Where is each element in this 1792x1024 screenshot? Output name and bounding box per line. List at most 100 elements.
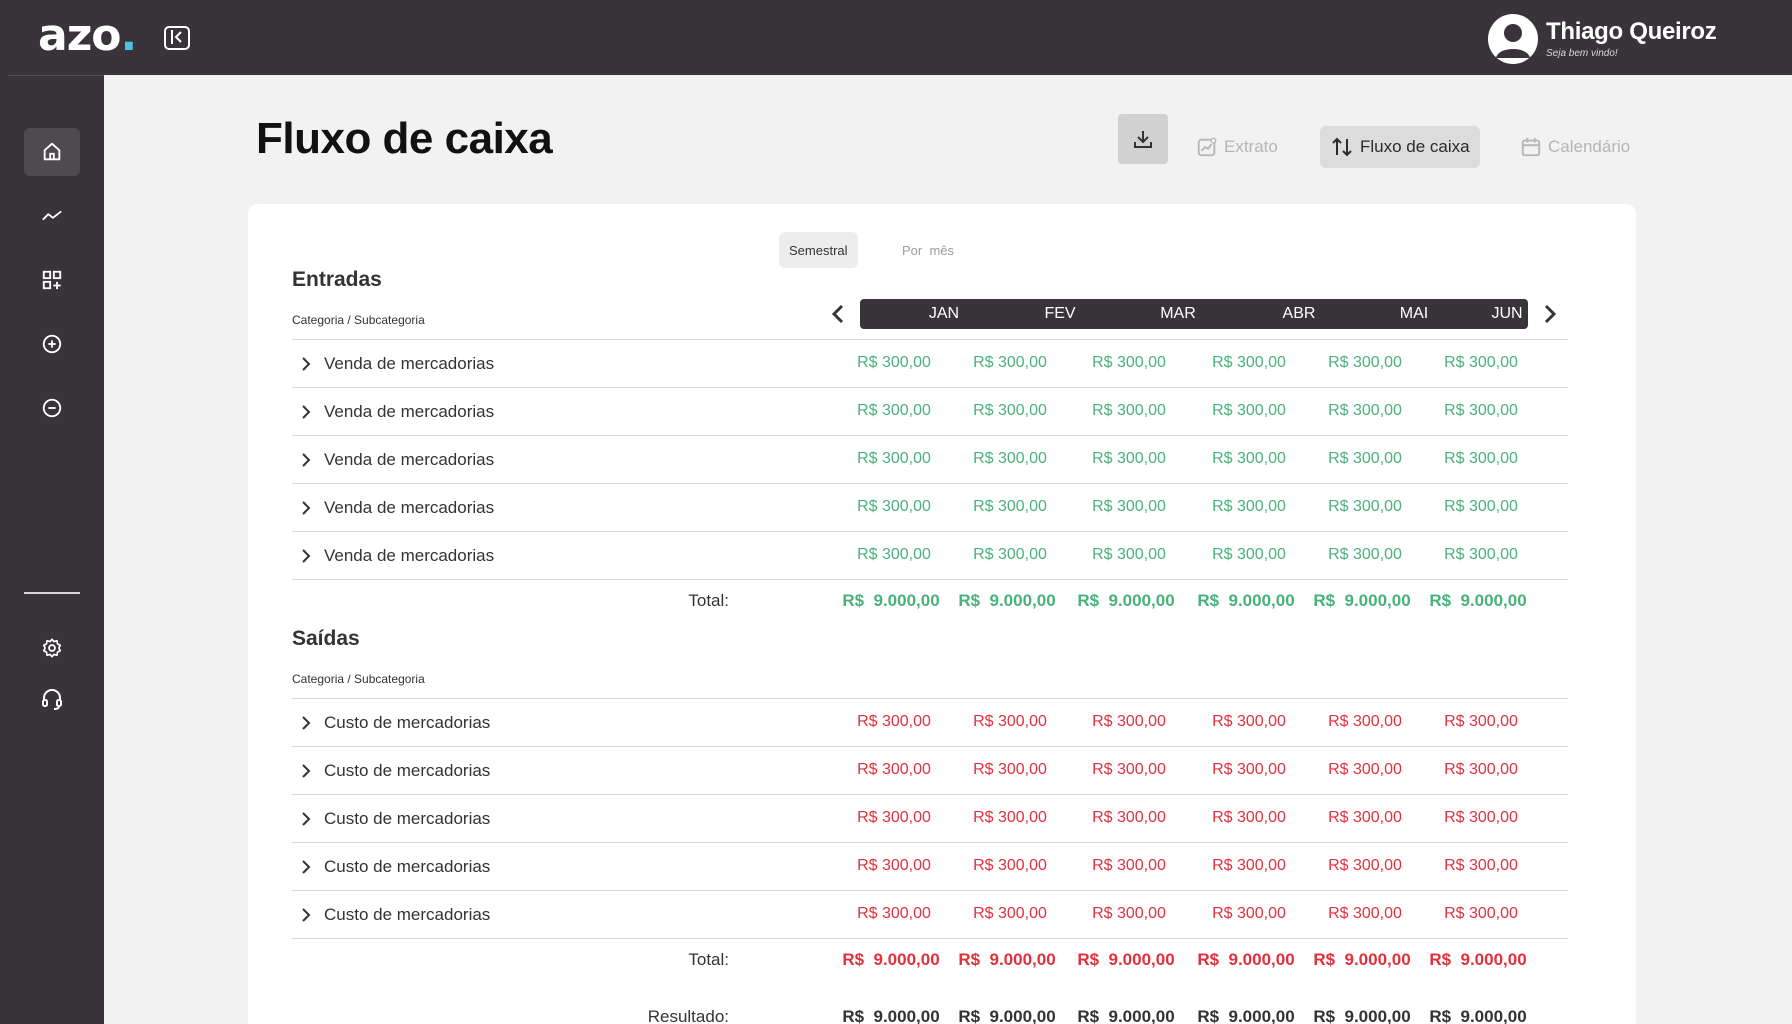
value-cell: R$ 300,00 (1092, 761, 1166, 778)
value-cell: R$ 300,00 (1212, 354, 1286, 371)
value-cell: R$ 300,00 (857, 546, 931, 563)
chevron-right-icon[interactable] (300, 811, 312, 832)
value-cell: R$ 300,00 (973, 546, 1047, 563)
chevron-right-icon[interactable] (300, 763, 312, 784)
category-label: Custo de mercadorias (324, 857, 491, 876)
column-header-categoria: Categoria / Subcategoria (292, 313, 425, 327)
total-value: R$ 9.000,00 (1197, 950, 1295, 969)
chevron-left-icon (831, 304, 844, 324)
home-icon (43, 142, 61, 161)
value-cell: R$ 300,00 (1328, 809, 1402, 826)
value-cell: R$ 300,00 (1212, 761, 1286, 778)
chevron-right-icon[interactable] (300, 404, 312, 425)
chevron-right-icon[interactable] (300, 548, 312, 569)
sidebar-item-home[interactable] (24, 128, 80, 176)
value-cell: R$ 300,00 (1092, 809, 1166, 826)
value-cell: R$ 300,00 (1328, 354, 1402, 371)
value-cell: R$ 300,00 (973, 809, 1047, 826)
trend-icon (42, 210, 62, 221)
sidebar-item-settings[interactable] (24, 624, 80, 672)
category-label: Venda de mercadorias (324, 354, 495, 373)
value-cell: R$ 300,00 (857, 402, 931, 419)
resultado-value: R$ 9.000,00 (842, 1007, 940, 1024)
value-cell: R$ 300,00 (857, 354, 931, 371)
tab-fluxo-de-caixa[interactable]: Fluxo de caixa (1320, 126, 1480, 168)
total-value: R$ 9.000,00 (1077, 591, 1175, 610)
chevron-right-icon[interactable] (300, 907, 312, 928)
sidebar (0, 75, 104, 1024)
value-cell: R$ 300,00 (857, 450, 931, 467)
value-cell: R$ 300,00 (857, 761, 931, 778)
sidebar-top-divider (8, 75, 104, 76)
resultado-value: R$ 9.000,00 (1077, 1007, 1175, 1024)
tab-calendario[interactable]: Calendário (1510, 126, 1640, 168)
value-cell: R$ 300,00 (1444, 402, 1518, 419)
value-cell: R$ 300,00 (1444, 498, 1518, 515)
total-value: R$ 9.000,00 (1077, 950, 1175, 969)
category-label: Custo de mercadorias (324, 761, 491, 780)
sidebar-item-add[interactable] (24, 320, 80, 368)
value-cell: R$ 300,00 (1212, 402, 1286, 419)
sidebar-item-trend[interactable] (24, 192, 80, 240)
value-cell: R$ 300,00 (1212, 857, 1286, 874)
value-cell: R$ 300,00 (1328, 905, 1402, 922)
chevron-right-icon[interactable] (300, 452, 312, 473)
total-value: R$ 9.000,00 (842, 591, 940, 610)
download-button[interactable] (1118, 114, 1168, 164)
apps-add-icon (42, 270, 62, 290)
value-cell: R$ 300,00 (1444, 761, 1518, 778)
app-logo[interactable]: azo. (38, 10, 137, 61)
chevron-right-icon[interactable] (300, 500, 312, 521)
chevron-right-icon[interactable] (300, 859, 312, 880)
value-cell: R$ 300,00 (973, 761, 1047, 778)
tab-extrato[interactable]: Extrato (1186, 126, 1288, 168)
value-cell: R$ 300,00 (1092, 402, 1166, 419)
category-label: Custo de mercadorias (324, 809, 491, 828)
value-cell: R$ 300,00 (857, 713, 931, 730)
value-cell: R$ 300,00 (1444, 354, 1518, 371)
value-cell: R$ 300,00 (1092, 498, 1166, 515)
resultado-label: Resultado: (647, 1007, 729, 1024)
gear-icon (42, 638, 62, 658)
total-label: Total: (688, 591, 729, 610)
resultado-value: R$ 9.000,00 (1313, 1007, 1411, 1024)
next-period-button[interactable] (1540, 302, 1560, 326)
category-label: Venda de mercadorias (324, 402, 495, 421)
category-label: Custo de mercadorias (324, 713, 491, 732)
divider (292, 579, 1568, 580)
chevron-right-icon[interactable] (300, 715, 312, 736)
toggle-semestral[interactable]: Semestral (779, 232, 858, 268)
category-label: Venda de mercadorias (324, 546, 495, 565)
value-cell: R$ 300,00 (1212, 809, 1286, 826)
swap-vertical-icon (1332, 137, 1352, 157)
user-name: Thiago Queiroz (1546, 18, 1717, 45)
total-value: R$ 9.000,00 (1429, 591, 1527, 610)
value-cell: R$ 300,00 (857, 498, 931, 515)
section-title-entradas: Entradas (292, 268, 382, 291)
value-cell: R$ 300,00 (1212, 905, 1286, 922)
prev-period-button[interactable] (828, 302, 848, 326)
toggle-por-mes[interactable]: Por mês (892, 232, 964, 268)
sidebar-item-support[interactable] (24, 675, 80, 723)
chevron-right-icon[interactable] (300, 356, 312, 377)
column-header-categoria: Categoria / Subcategoria (292, 672, 425, 686)
value-cell: R$ 300,00 (1092, 857, 1166, 874)
month-label: FEV (1044, 305, 1076, 322)
value-cell: R$ 300,00 (1092, 905, 1166, 922)
value-cell: R$ 300,00 (1328, 761, 1402, 778)
value-cell: R$ 300,00 (973, 450, 1047, 467)
calendar-icon (1521, 137, 1541, 157)
sidebar-item-apps[interactable] (24, 256, 80, 304)
value-cell: R$ 300,00 (1092, 450, 1166, 467)
value-cell: R$ 300,00 (857, 857, 931, 874)
value-cell: R$ 300,00 (1444, 905, 1518, 922)
chart-icon (1197, 137, 1217, 157)
top-bar: azo. Thiago Queiroz Seja bem vindo! (0, 0, 1792, 75)
sidebar-item-remove[interactable] (24, 384, 80, 432)
month-label: JAN (928, 305, 960, 322)
value-cell: R$ 300,00 (973, 402, 1047, 419)
value-cell: R$ 300,00 (1212, 546, 1286, 563)
avatar[interactable] (1488, 14, 1538, 64)
download-icon (1134, 131, 1152, 148)
sidebar-collapse-icon[interactable] (164, 26, 190, 50)
